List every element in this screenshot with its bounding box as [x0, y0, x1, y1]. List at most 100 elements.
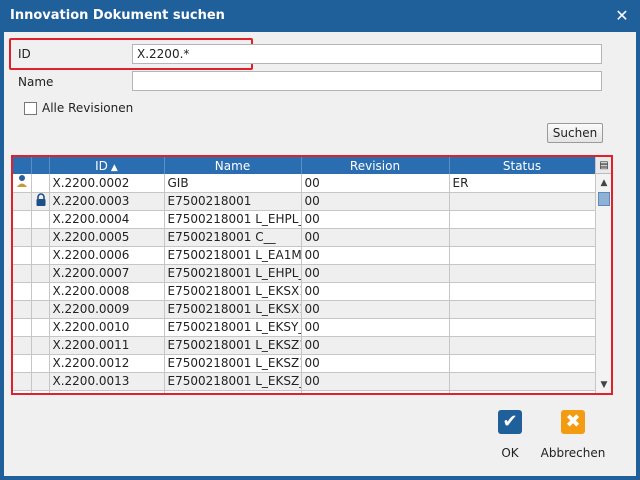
row-icon-cell [13, 228, 32, 247]
cell-name: E7500218001 L_EKSZ1_ _ [164, 354, 302, 373]
table-row[interactable]: X.2200.0004 E7500218001 L_EHPL_ _ 00 [13, 210, 595, 229]
row-icon-cell [13, 174, 32, 193]
cell-status [449, 318, 595, 337]
cell-revision: 00 [301, 210, 450, 229]
cell-status [449, 228, 595, 247]
cell-status: ER [449, 174, 595, 193]
results-table: ID ▲ Name Revision Status X.2200.0002 GIB 0… [13, 157, 595, 393]
header-icon-col [13, 157, 32, 174]
table-row[interactable]: X.2200.0010 E7500218001 L_EKSY_ _ 00 [13, 318, 595, 337]
row-icon-cell-2 [31, 228, 50, 247]
cell-status [449, 192, 595, 211]
cell-revision: 00 [301, 174, 450, 193]
row-icon-cell [13, 372, 32, 391]
row-icon-cell-2 [31, 210, 50, 229]
cell-name: E7500218001 L_EHPL__ [164, 264, 302, 283]
checkmark-icon: ✔ [498, 410, 522, 434]
cell-id: X.2200.0009 [49, 300, 165, 319]
cell-id: X.2200.0012 [49, 354, 165, 373]
cell-name: E7500218001 L_EKSZ_ _ [164, 372, 302, 391]
cancel-label: Abbrechen [540, 446, 606, 460]
window-title: Innovation Dokument suchen [10, 8, 225, 23]
cell-name: E7500218001 C__ [164, 228, 302, 247]
cell-status [449, 390, 595, 393]
table-row[interactable]: X.2200.0014E7500218001 L_EKS...00 [13, 390, 595, 393]
name-input[interactable] [132, 71, 602, 91]
vertical-scrollbar[interactable]: ▤ ▲ ▼ [595, 157, 611, 393]
dialog-body: ID Name Alle Revisionen Suchen [4, 32, 636, 476]
scroll-thumb[interactable] [598, 192, 610, 206]
cell-status [449, 336, 595, 355]
cell-id: X.2200.0004 [49, 210, 165, 229]
sort-asc-icon: ▲ [110, 162, 118, 173]
row-icon-cell-2 [31, 192, 50, 211]
cell-id: X.2200.0005 [49, 228, 165, 247]
cell-id: X.2200.0013 [49, 372, 165, 391]
cell-status [449, 246, 595, 265]
row-icon-cell-2 [31, 300, 50, 319]
row-icon-cell [13, 246, 32, 265]
table-row[interactable]: X.2200.0011E7500218001 L_EKSZ1__00 [13, 336, 595, 355]
cell-status [449, 210, 595, 229]
cell-name: GIB [164, 174, 302, 193]
header-row: ID ▲ Name Revision Status [13, 157, 595, 174]
column-chooser-icon[interactable]: ▤ [596, 157, 611, 174]
row-icon-cell-2 [31, 372, 50, 391]
scroll-down-icon[interactable]: ▼ [596, 377, 611, 393]
cell-revision: 00 [301, 336, 450, 355]
row-icon-cell [13, 192, 32, 211]
row-icon-cell-2 [31, 264, 50, 283]
cell-revision: 00 [301, 246, 450, 265]
cell-name: E7500218001 L_EKSX1_ _ [164, 300, 302, 319]
title-bar[interactable]: Innovation Dokument suchen ✕ [0, 0, 640, 32]
table-row[interactable]: X.2200.0006E7500218001 L_EA1MA...00 [13, 246, 595, 265]
close-icon[interactable]: ✕ [612, 6, 632, 26]
row-icon-cell-2 [31, 336, 50, 355]
scroll-up-icon[interactable]: ▲ [596, 175, 611, 191]
cell-id: X.2200.0008 [49, 282, 165, 301]
table-row[interactable]: X.2200.0007 E7500218001 L_EHPL__ 00 [13, 264, 595, 283]
header-id[interactable]: ID ▲ [49, 157, 165, 174]
cancel-x-icon: ✖ [561, 410, 585, 434]
table-row[interactable]: X.2200.0012E7500218001 L_EKSZ1_ _00 [13, 354, 595, 373]
cancel-button[interactable]: ✖ Abbrechen [538, 410, 608, 460]
cell-id: X.2200.0010 [49, 318, 165, 337]
cell-revision: 00 [301, 390, 450, 393]
row-icon-cell-2 [31, 390, 50, 393]
search-button[interactable]: Suchen [547, 123, 603, 143]
row-icon-cell [13, 300, 32, 319]
cell-revision: 00 [301, 228, 450, 247]
table-row[interactable]: X.2200.0005 E7500218001 C__ 00 [13, 228, 595, 247]
table-row[interactable]: X.2200.0008E7500218001 L_EKSX1__00 [13, 282, 595, 301]
row-icon-cell-2 [31, 354, 50, 373]
cell-revision: 00 [301, 372, 450, 391]
row-icon-cell-2 [31, 282, 50, 301]
cell-name: E7500218001 L_EKSY_ _ [164, 318, 302, 337]
grid-body: ID ▲ Name Revision Status X.2200.0002 GIB 0… [13, 157, 595, 393]
cell-id: X.2200.0011 [49, 336, 165, 355]
row-icon-cell-2 [31, 318, 50, 337]
cell-revision: 00 [301, 354, 450, 373]
table-row[interactable]: X.2200.0003 E7500218001 00 [13, 192, 595, 211]
cell-name: E7500218001 L_EKSZ1__ [164, 336, 302, 355]
row-icon-cell [13, 390, 32, 393]
header-status[interactable]: Status [449, 157, 595, 174]
id-input[interactable] [132, 44, 602, 64]
header-revision[interactable]: Revision [301, 157, 450, 174]
cell-id: X.2200.0002 [49, 174, 165, 193]
table-row[interactable]: X.2200.0002 GIB 00 ER [13, 174, 595, 193]
cell-name: E7500218001 L_EHPL_ _ [164, 210, 302, 229]
row-icon-cell [13, 354, 32, 373]
cell-status [449, 354, 595, 373]
ok-button[interactable]: ✔ OK [492, 410, 528, 460]
ok-label: OK [501, 446, 519, 460]
cell-name: E7500218001 L_EA1MA... [164, 246, 302, 265]
row-icon-cell [13, 318, 32, 337]
row-icon-cell [13, 336, 32, 355]
table-row[interactable]: X.2200.0013 E7500218001 L_EKSZ_ _ 00 [13, 372, 595, 391]
row-icon-cell [13, 264, 32, 283]
header-name[interactable]: Name [164, 157, 302, 174]
table-row[interactable]: X.2200.0009E7500218001 L_EKSX1_ _00 [13, 300, 595, 319]
cell-status [449, 282, 595, 301]
all-revisions-checkbox[interactable] [24, 102, 37, 115]
